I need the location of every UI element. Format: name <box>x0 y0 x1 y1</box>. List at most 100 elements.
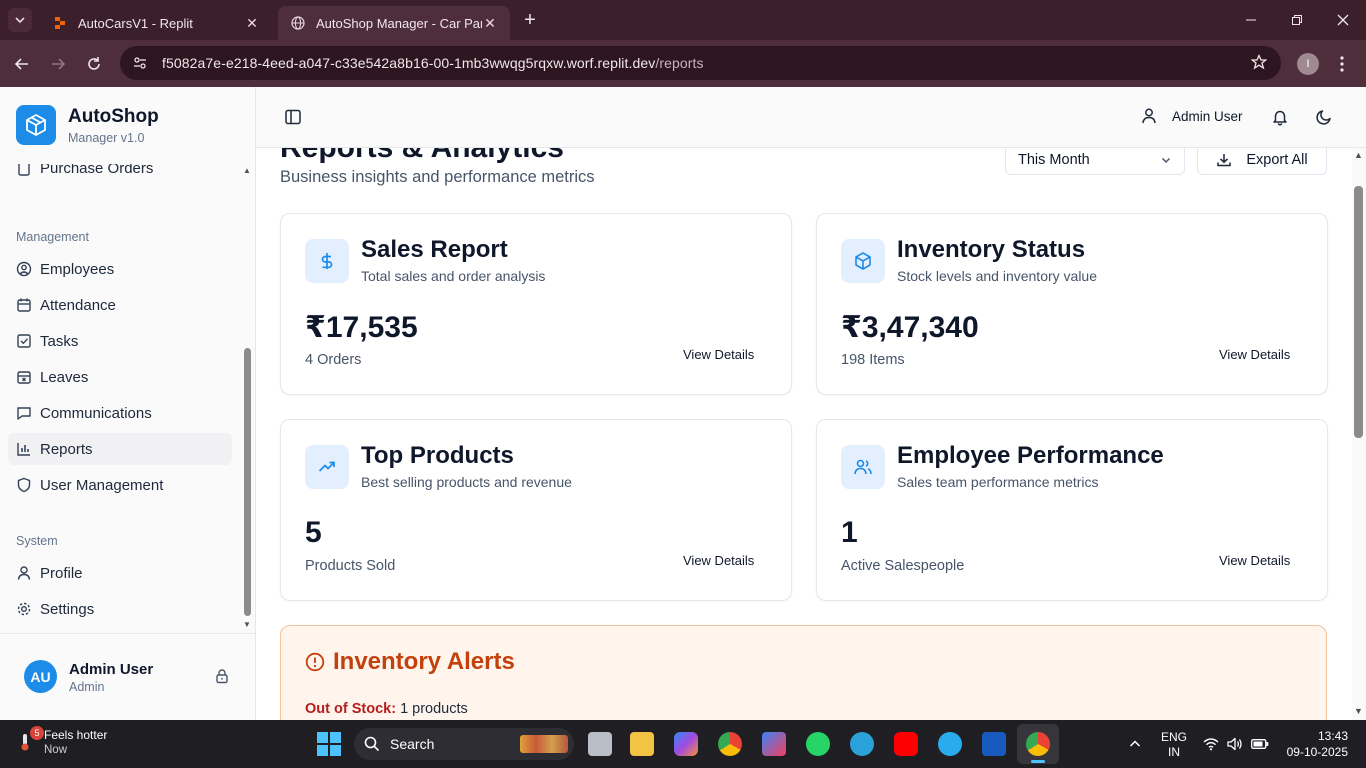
sidebar-item-user-management[interactable]: User Management <box>8 469 232 501</box>
notifications-bell-icon[interactable] <box>1271 108 1289 131</box>
brand[interactable]: AutoShop Manager v1.0 <box>16 105 159 145</box>
alert-circle-icon <box>305 652 325 672</box>
browser-profile-avatar[interactable]: I <box>1297 53 1319 75</box>
chevron-down-icon <box>15 17 25 24</box>
close-tab-icon[interactable]: ✕ <box>482 15 498 32</box>
user-circle-icon <box>16 261 32 277</box>
back-button[interactable] <box>8 50 36 78</box>
card-subtitle: Total sales and order analysis <box>361 268 546 284</box>
card-label: 4 Orders <box>305 352 362 368</box>
card-label: Products Sold <box>305 558 396 574</box>
new-tab-button[interactable]: + <box>518 8 542 32</box>
employee-performance-card: Employee Performance Sales team performa… <box>816 419 1328 601</box>
sidebar-item-label: Attendance <box>40 296 116 314</box>
out-of-stock-value: 1 products <box>400 701 468 717</box>
sidebar-item-profile[interactable]: Profile <box>8 557 232 589</box>
out-of-stock-line: Out of Stock: 1 products <box>305 701 468 717</box>
card-subtitle: Best selling products and revenue <box>361 474 572 490</box>
scroll-up-arrow-icon[interactable]: ▲ <box>243 166 251 175</box>
user-icon <box>17 566 31 580</box>
view-details-button[interactable]: View Details <box>1219 347 1290 362</box>
wifi-icon[interactable] <box>1203 720 1219 768</box>
avatar[interactable]: AU <box>24 660 57 693</box>
volume-icon[interactable] <box>1227 720 1243 768</box>
main-scrollbar[interactable]: ▲ ▼ <box>1352 148 1366 720</box>
scroll-up-arrow-icon[interactable]: ▲ <box>1354 150 1363 160</box>
replit-icon <box>52 15 68 31</box>
sidebar: AutoShop Manager v1.0 Purchase Orders Ma… <box>0 87 256 720</box>
message-square-icon <box>17 407 31 420</box>
sidebar-item-attendance[interactable]: Attendance <box>8 289 232 321</box>
word-icon[interactable] <box>982 732 1006 756</box>
gear-icon <box>17 602 31 616</box>
windows-taskbar: 5 Feels hotter Now Search ENG IN 13:43 0… <box>0 720 1366 768</box>
taskbar-clock[interactable]: 13:43 09-10-2025 <box>1287 728 1348 760</box>
sidebar-item-leaves[interactable]: Leaves <box>8 361 232 393</box>
sidebar-item-settings[interactable]: Settings <box>8 593 232 625</box>
copilot-icon[interactable] <box>674 732 698 756</box>
sidebar-item-communications[interactable]: Communications <box>8 397 232 429</box>
whatsapp-icon[interactable] <box>806 732 830 756</box>
sidebar-scrollbar[interactable]: ▲ ▼ <box>242 164 252 633</box>
bookmark-star-icon[interactable] <box>1250 53 1268 75</box>
language-indicator[interactable]: ENG IN <box>1161 730 1187 760</box>
sidebar-item-employees[interactable]: Employees <box>8 253 232 285</box>
browser-menu-icon[interactable] <box>1334 53 1350 75</box>
windows-start-icon[interactable] <box>317 732 341 761</box>
sidebar-item-tasks[interactable]: Tasks <box>8 325 232 357</box>
sidebar-item-label: Communications <box>40 404 152 422</box>
sidebar-toggle-button[interactable] <box>284 108 302 131</box>
close-icon <box>1337 14 1349 26</box>
theme-toggle-moon-icon[interactable] <box>1315 108 1333 131</box>
header-user-menu[interactable]: Admin User <box>1140 107 1243 125</box>
export-all-button[interactable]: Export All <box>1197 148 1327 175</box>
chrome-active-app[interactable] <box>1017 724 1059 764</box>
page-title: Reports & Analytics <box>280 148 564 165</box>
task-view-icon[interactable] <box>588 732 612 756</box>
maximize-button[interactable] <box>1274 0 1320 40</box>
card-title: Sales Report <box>361 236 508 263</box>
sidebar-scrollbar-thumb[interactable] <box>244 348 251 616</box>
inventory-alerts-panel: Inventory Alerts Out of Stock: 1 product… <box>280 625 1327 720</box>
close-window-button[interactable] <box>1320 0 1366 40</box>
store-icon[interactable] <box>762 732 786 756</box>
battery-icon[interactable] <box>1251 720 1269 768</box>
view-details-button[interactable]: View Details <box>1219 553 1290 568</box>
reload-button[interactable] <box>80 50 108 78</box>
main-scrollbar-thumb[interactable] <box>1354 186 1363 438</box>
browser-tab-autocars[interactable]: AutoCarsV1 - Replit ✕ <box>40 6 272 40</box>
taskbar-search[interactable]: Search <box>354 728 574 760</box>
file-explorer-icon[interactable] <box>630 732 654 756</box>
sidebar-item-purchase-orders[interactable]: Purchase Orders <box>8 164 232 184</box>
lock-icon[interactable] <box>214 668 230 689</box>
minimize-button[interactable] <box>1228 0 1274 40</box>
top-products-card: Top Products Best selling products and r… <box>280 419 792 601</box>
youtube-icon[interactable] <box>894 732 918 756</box>
close-tab-icon[interactable]: ✕ <box>244 15 260 32</box>
sidebar-item-label: Tasks <box>40 332 79 350</box>
tab-list-button[interactable] <box>8 8 32 32</box>
chrome-icon[interactable] <box>718 732 742 756</box>
clipboard-icon <box>18 164 30 176</box>
chrome-icon <box>1026 732 1050 756</box>
view-details-button[interactable]: View Details <box>683 553 754 568</box>
language-line2: IN <box>1168 745 1180 759</box>
scroll-down-arrow-icon[interactable]: ▼ <box>243 620 251 629</box>
view-details-button[interactable]: View Details <box>683 347 754 362</box>
telegram-icon[interactable] <box>938 732 962 756</box>
site-info-icon[interactable] <box>132 55 148 71</box>
weather-widget[interactable]: 5 Feels hotter Now <box>18 726 107 756</box>
browser-tab-autoshop[interactable]: AutoShop Manager - Car Parts ✕ <box>278 6 510 40</box>
edge-icon[interactable] <box>850 732 874 756</box>
address-bar[interactable]: f5082a7e-e218-4eed-a047-c33e542a8b16-00-… <box>120 46 1281 80</box>
download-icon <box>1217 153 1232 166</box>
page-subtitle: Business insights and performance metric… <box>280 168 595 186</box>
sidebar-item-reports[interactable]: Reports <box>8 433 232 465</box>
card-title: Employee Performance <box>897 442 1164 469</box>
period-select[interactable]: This Month <box>1005 148 1185 175</box>
show-hidden-icons-chevron-icon[interactable] <box>1128 720 1142 768</box>
forward-button[interactable] <box>44 50 72 78</box>
scroll-down-arrow-icon[interactable]: ▼ <box>1354 706 1363 716</box>
bar-chart-icon <box>17 443 30 456</box>
search-icon <box>364 736 380 752</box>
